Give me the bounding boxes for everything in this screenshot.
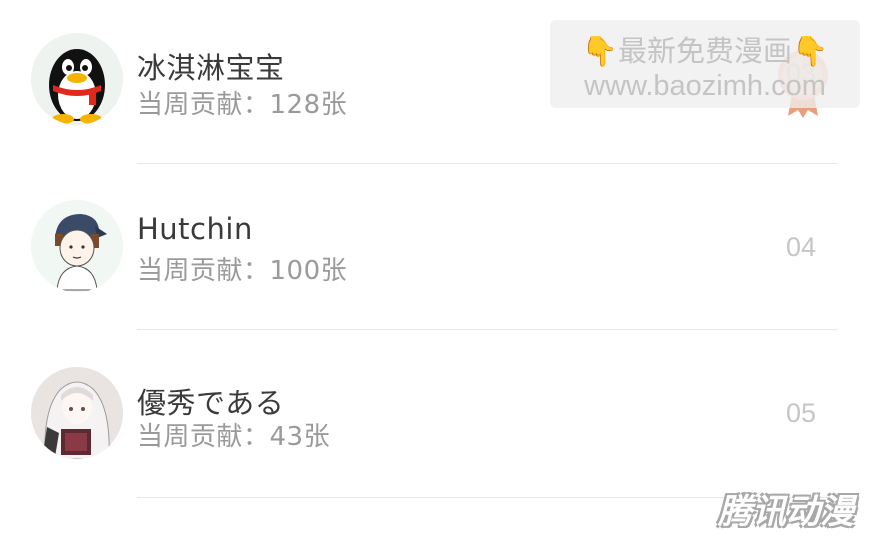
watermark: 👇最新免费漫画👇 www.baozimh.com xyxy=(550,20,860,108)
list-item[interactable]: 優秀である 当周贡献：43张 05 xyxy=(0,332,880,498)
user-name: 冰淇淋宝宝 xyxy=(137,51,285,85)
rank-number: 05 xyxy=(785,398,816,428)
rank-number: 04 xyxy=(785,232,816,262)
divider xyxy=(137,163,838,164)
weekly-contribution: 当周贡献：100张 xyxy=(137,256,348,286)
watermark-url: www.baozimh.com xyxy=(584,70,826,102)
avatar-qq-penguin[interactable] xyxy=(31,33,123,125)
brand-logo: 腾讯动漫 xyxy=(718,492,854,532)
avatar-boy-cap[interactable] xyxy=(31,200,123,292)
user-name: Hutchin xyxy=(137,212,253,246)
pointing-down-hand-icon: 👇 xyxy=(792,34,829,68)
divider xyxy=(137,329,838,330)
pointing-down-hand-icon: 👇 xyxy=(581,34,618,68)
list-item[interactable]: Hutchin 当周贡献：100张 04 xyxy=(0,166,880,332)
watermark-title: 👇最新免费漫画👇 xyxy=(581,34,829,68)
avatar-anime-girl[interactable] xyxy=(31,367,123,459)
weekly-contribution: 当周贡献：43张 xyxy=(137,422,331,452)
weekly-contribution: 当周贡献：128张 xyxy=(137,90,348,120)
